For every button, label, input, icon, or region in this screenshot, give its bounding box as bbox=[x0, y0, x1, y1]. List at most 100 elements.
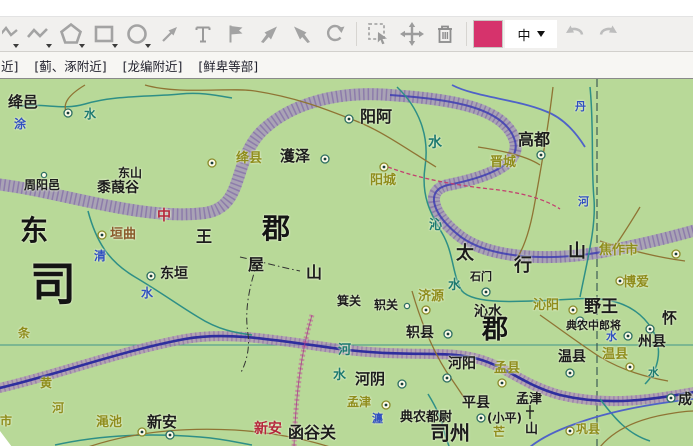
delete-tool-button[interactable] bbox=[429, 19, 460, 49]
label-zhixian: 轵县 bbox=[406, 326, 434, 340]
label-tiao: 条 bbox=[18, 327, 30, 339]
label-shi-fragment: 市 bbox=[0, 415, 12, 427]
label-he-heshui: 河 bbox=[338, 344, 351, 357]
label-mang: 芒 bbox=[493, 426, 505, 438]
arrow-ne-tool-button[interactable] bbox=[253, 19, 284, 49]
label-yang-e: 阳阿 bbox=[360, 109, 392, 125]
label-heyin: 河阴 bbox=[355, 372, 385, 387]
label-he-danhe: 河 bbox=[578, 196, 589, 207]
undo-button[interactable] bbox=[559, 19, 590, 49]
label-shujiagu: 黍葭谷 bbox=[97, 181, 139, 195]
label-dongyuan: 东垣 bbox=[160, 267, 188, 281]
label-boai-mod: 博爱 bbox=[623, 276, 649, 289]
map-marker bbox=[345, 115, 353, 123]
label-gongxian-mod: 巩县 bbox=[576, 423, 600, 435]
polyline-tool-button[interactable] bbox=[2, 19, 20, 49]
map-marker bbox=[477, 414, 485, 422]
caret-down-icon bbox=[112, 44, 118, 48]
app-window: 中 近] [蓟、涿附近] [龙编附近] [鲜卑等部] bbox=[0, 0, 693, 446]
map-marker bbox=[646, 325, 654, 333]
color-swatch[interactable] bbox=[473, 20, 503, 48]
label-yangcheng-mod: 阳城 bbox=[370, 174, 396, 187]
rotate-tool-button[interactable] bbox=[319, 19, 350, 49]
arrow-tool-button[interactable] bbox=[154, 19, 185, 49]
label-cheng: 成 bbox=[678, 393, 692, 407]
label-mengxian-mod: 孟县 bbox=[494, 362, 520, 375]
toolbar-separator bbox=[356, 22, 357, 46]
flag-tool-button[interactable] bbox=[220, 19, 251, 49]
map-marker bbox=[398, 380, 406, 388]
label-zhiguan: 轵关 bbox=[374, 299, 398, 311]
label-shui-mod: 水 bbox=[606, 331, 617, 342]
toolbar: 中 bbox=[0, 17, 693, 52]
label-zhouyangyi: 周阳邑 bbox=[24, 179, 60, 191]
ferry-mark bbox=[526, 405, 534, 419]
label-shui-heshui: 水 bbox=[333, 369, 346, 382]
label-shui-qin: 水 bbox=[448, 279, 461, 292]
map-marker bbox=[98, 231, 106, 239]
caret-down-icon bbox=[46, 44, 52, 48]
label-mianchi-mod: 渑池 bbox=[96, 416, 122, 429]
label-si-big: 司 bbox=[30, 261, 78, 307]
label-yuanqu: 垣曲 bbox=[110, 228, 136, 241]
label-sizhou: 司州 bbox=[430, 423, 470, 443]
rectangle-tool-button[interactable] bbox=[88, 19, 119, 49]
map-marker bbox=[569, 306, 577, 314]
label-he-huanghe: 河 bbox=[52, 402, 64, 414]
caret-down-icon bbox=[537, 31, 545, 37]
map-corner-blank bbox=[0, 431, 12, 446]
map-marker bbox=[444, 330, 452, 338]
map-canvas[interactable]: 绛邑阳阿濩泽高都东垣周阳邑东山黍葭谷箕关轵关石门沁水轵县河阳温县野王怀州县典农中… bbox=[0, 79, 693, 446]
label-shan-taihang: 山 bbox=[568, 243, 586, 261]
map-marker bbox=[166, 431, 174, 439]
label-mengjin-ferry: 孟津 bbox=[516, 393, 542, 406]
label-jun2-big: 郡 bbox=[482, 317, 510, 343]
label-xinan-red: 新安 bbox=[254, 422, 282, 436]
map-marker bbox=[422, 306, 430, 314]
label-jiguan: 箕关 bbox=[337, 295, 361, 307]
label-wenxian-mod: 温县 bbox=[602, 348, 628, 361]
map-marker bbox=[208, 159, 216, 167]
map-marker bbox=[321, 155, 329, 163]
label-chan-river: 瀍 bbox=[372, 413, 383, 424]
map-link-1[interactable]: [蓟、涿附近] bbox=[34, 56, 106, 75]
map-link-3[interactable]: [鲜卑等部] bbox=[198, 56, 258, 75]
label-jiyuan-mod: 济源 bbox=[418, 290, 444, 303]
map-link-0[interactable]: 近] bbox=[1, 56, 18, 75]
map-marker bbox=[672, 250, 680, 258]
map-marker bbox=[626, 363, 634, 371]
district-boundary bbox=[240, 257, 300, 374]
redo-button[interactable] bbox=[592, 19, 623, 49]
label-qin-river: 沁 bbox=[429, 219, 442, 232]
arrow-nw-tool-button[interactable] bbox=[286, 19, 317, 49]
map-marker bbox=[64, 109, 72, 117]
size-dropdown-value: 中 bbox=[517, 25, 530, 44]
pentagon-tool-button[interactable] bbox=[55, 19, 86, 49]
move-tool-button[interactable] bbox=[396, 19, 427, 49]
label-zhong-red: 中 bbox=[157, 209, 171, 223]
label-shui-east: 水 bbox=[648, 367, 659, 378]
label-jun-big: 郡 bbox=[262, 215, 292, 243]
label-shui-tu: 水 bbox=[84, 108, 96, 120]
rivers-modern bbox=[452, 85, 693, 446]
label-xiaoping: (小平) bbox=[487, 412, 522, 424]
caret-down-icon bbox=[79, 44, 85, 48]
label-shimen: 石门 bbox=[470, 271, 492, 282]
map-marker bbox=[667, 394, 675, 402]
label-shan-wuwushan: 山 bbox=[306, 265, 322, 281]
label-heyang: 河阳 bbox=[448, 357, 476, 371]
map-marker bbox=[138, 428, 146, 436]
label-jiangxian-mod: 绛县 bbox=[236, 152, 262, 165]
titlebar bbox=[0, 0, 693, 17]
label-jiaozuo-mod: 焦作市 bbox=[599, 244, 638, 257]
label-yewang: 野王 bbox=[584, 299, 618, 316]
zigzag-tool-button[interactable] bbox=[22, 19, 53, 49]
map-link-2[interactable]: [龙编附近] bbox=[123, 56, 183, 75]
size-dropdown[interactable]: 中 bbox=[505, 20, 557, 48]
select-tool-button[interactable] bbox=[363, 19, 394, 49]
toolbar-separator bbox=[466, 22, 467, 46]
map-marker bbox=[41, 172, 46, 177]
ellipse-tool-button[interactable] bbox=[121, 19, 152, 49]
label-zhouxian: 州县 bbox=[638, 335, 666, 349]
text-tool-button[interactable] bbox=[187, 19, 218, 49]
